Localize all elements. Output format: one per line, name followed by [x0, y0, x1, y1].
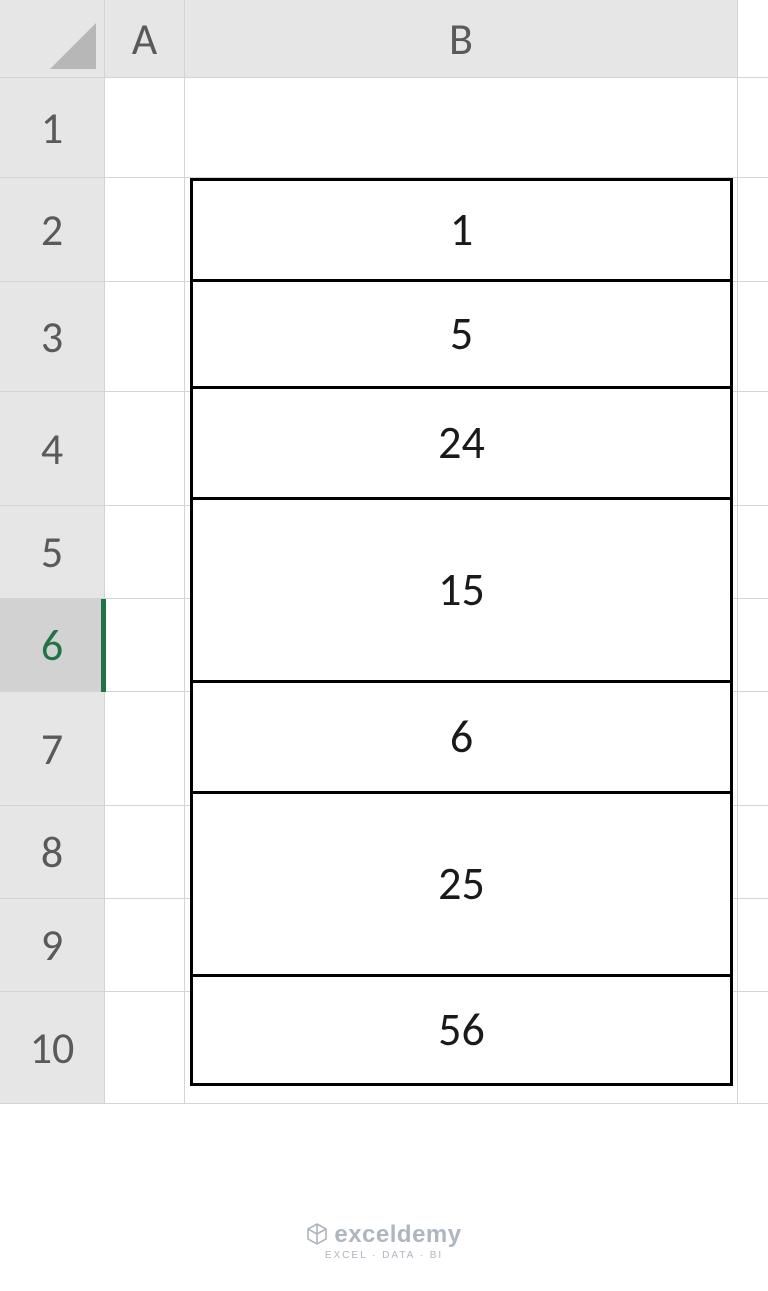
column-header-B[interactable]: B [185, 0, 738, 77]
cell-A8[interactable] [105, 806, 185, 898]
watermark: exceldemy EXCEL · DATA · BI [0, 1221, 768, 1261]
select-all-corner[interactable] [0, 0, 105, 77]
row-header-6[interactable]: 6 [0, 599, 105, 691]
cell-A4[interactable] [105, 392, 185, 505]
cell-B3[interactable]: 5 [190, 279, 733, 389]
row-header-9[interactable]: 9 [0, 899, 105, 991]
cell-A10[interactable] [105, 992, 185, 1103]
row-header-2[interactable]: 2 [0, 178, 105, 281]
row-header-10[interactable]: 10 [0, 992, 105, 1103]
row-header-5[interactable]: 5 [0, 506, 105, 598]
row-1: 1 [0, 78, 768, 178]
cell-A9[interactable] [105, 899, 185, 991]
row-header-1[interactable]: 1 [0, 78, 105, 177]
row-header-8[interactable]: 8 [0, 806, 105, 898]
cell-B1[interactable] [185, 78, 738, 177]
watermark-brand: exceldemy [334, 1221, 461, 1248]
cell-A6[interactable] [105, 599, 185, 691]
column-header-row: A B [0, 0, 768, 78]
column-header-A[interactable]: A [105, 0, 185, 77]
cell-B4[interactable]: 24 [190, 386, 733, 500]
cell-A1[interactable] [105, 78, 185, 177]
watermark-tagline: EXCEL · DATA · BI [0, 1250, 768, 1261]
cell-B5-B6-merged[interactable]: 15 [190, 497, 733, 683]
row-header-3[interactable]: 3 [0, 282, 105, 391]
cell-B10[interactable]: 56 [190, 974, 733, 1086]
data-border-overlay: 1 5 24 15 6 25 56 [190, 178, 733, 1083]
row-header-4[interactable]: 4 [0, 392, 105, 505]
select-all-triangle-icon [50, 23, 96, 69]
cell-A3[interactable] [105, 282, 185, 391]
cell-A7[interactable] [105, 692, 185, 805]
cell-B7[interactable]: 6 [190, 680, 733, 794]
cell-B2[interactable]: 1 [190, 178, 733, 282]
row-header-7[interactable]: 7 [0, 692, 105, 805]
cell-A2[interactable] [105, 178, 185, 281]
watermark-cube-icon [306, 1223, 328, 1252]
cell-A5[interactable] [105, 506, 185, 598]
cell-B8-B9-merged[interactable]: 25 [190, 791, 733, 977]
